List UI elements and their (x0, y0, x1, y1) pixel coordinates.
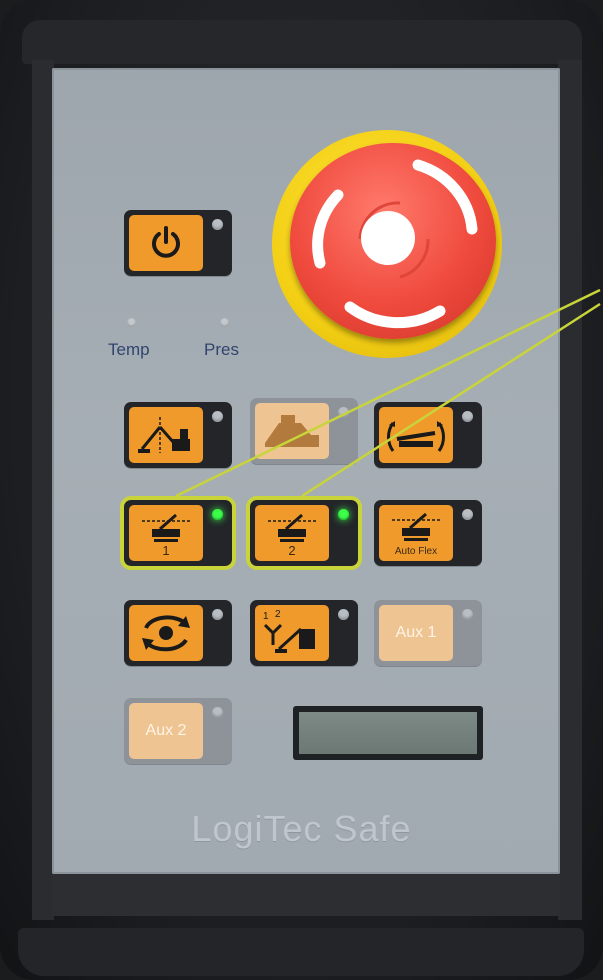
boom-position-button[interactable] (124, 402, 232, 468)
cutting-unit-2-key[interactable]: 2 (255, 505, 329, 561)
svg-text:1: 1 (263, 611, 269, 622)
rotation-icon (136, 610, 196, 656)
aux-2-button[interactable]: Aux 2 (124, 698, 232, 764)
housing-bottom-rim (18, 928, 584, 976)
auto-flex-label: Auto Flex (394, 546, 438, 557)
aux-2-led (212, 707, 223, 718)
pres-label: Pres (204, 340, 239, 359)
boom-position-led (212, 411, 223, 422)
power-led (212, 219, 223, 230)
housing-left-edge (32, 60, 54, 920)
cutting-unit-1-led (212, 509, 223, 520)
cutting-unit-2-button[interactable]: 2 (250, 500, 358, 566)
boom-position-icon (136, 413, 196, 457)
cutting-unit-number: 1 (162, 543, 170, 558)
aux-1-key[interactable]: Aux 1 (379, 605, 453, 661)
lcd-display (293, 706, 483, 760)
cutting-unit-icon (264, 513, 320, 545)
aux-2-key[interactable]: Aux 2 (129, 703, 203, 759)
rotation-button[interactable] (124, 600, 232, 666)
boom-position-key[interactable] (129, 407, 203, 463)
aux-1-button[interactable]: Aux 1 (374, 600, 482, 666)
auto-flex-led (462, 509, 473, 520)
tilt-button[interactable] (374, 402, 482, 468)
transport-button[interactable] (250, 398, 358, 464)
tilt-key[interactable] (379, 407, 453, 463)
boom-sections-led (338, 609, 349, 620)
power-key[interactable] (129, 215, 203, 271)
housing-right-edge (558, 60, 582, 920)
emergency-stop-center (361, 211, 415, 265)
aux-1-label: Aux 1 (395, 624, 437, 641)
boom-sections-icon: 1 2 (261, 609, 323, 657)
lcd-screen (299, 712, 477, 754)
temp-indicator-led (127, 318, 136, 327)
pres-indicator-led (220, 318, 229, 327)
boom-sections-button[interactable]: 1 2 (250, 600, 358, 666)
boom-sections-key[interactable]: 1 2 (255, 605, 329, 661)
housing-top-rim (22, 20, 582, 64)
plate-bottom-strip (52, 874, 560, 916)
power-icon (146, 223, 186, 263)
brand-logo-text: LogiTec Safe (191, 808, 412, 849)
cutting-unit-icon (138, 513, 194, 545)
aux-2-label: Aux 2 (145, 722, 187, 739)
svg-text:2: 2 (275, 609, 281, 620)
auto-flex-key[interactable]: Auto Flex (379, 505, 453, 561)
transport-key[interactable] (255, 403, 329, 459)
cutting-unit-number: 2 (288, 543, 296, 558)
cutting-unit-1-key[interactable]: 1 (129, 505, 203, 561)
rotation-led (212, 609, 223, 620)
cutting-unit-1-button[interactable]: 1 (124, 500, 232, 566)
cutting-unit-2-led (338, 509, 349, 520)
transport-led (338, 407, 349, 418)
temp-label: Temp (108, 340, 150, 359)
power-button[interactable] (124, 210, 232, 276)
tilt-led (462, 411, 473, 422)
tilt-icon (385, 413, 447, 457)
cutting-unit-icon (388, 512, 444, 544)
aux-1-led (462, 609, 473, 620)
transport-icon (261, 409, 323, 453)
rotation-key[interactable] (129, 605, 203, 661)
auto-flex-button[interactable]: Auto Flex (374, 500, 482, 566)
